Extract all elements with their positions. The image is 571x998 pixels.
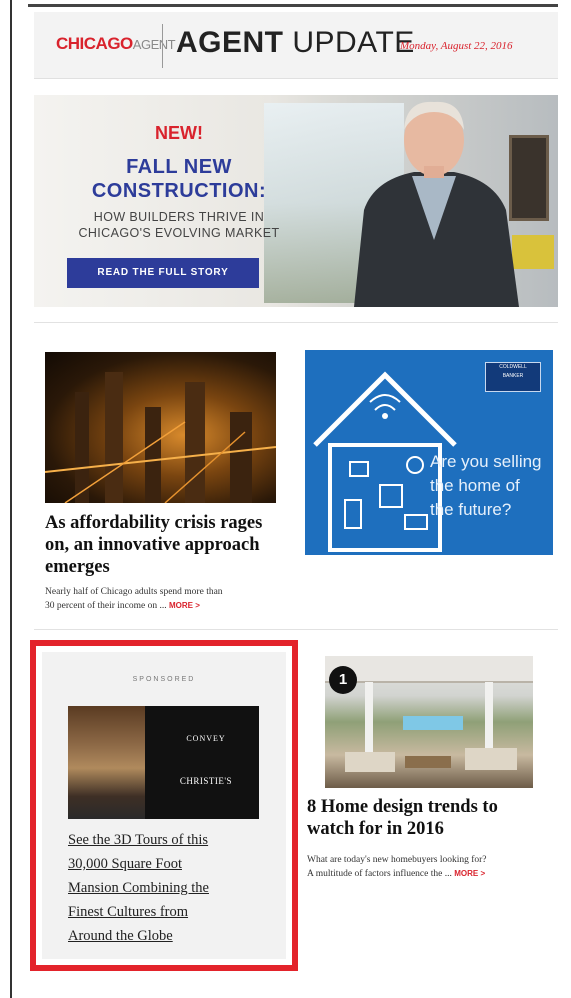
story2-headline-line2: watch for in 2016: [307, 819, 444, 839]
spon-link-line1: See the 3D Tours of this: [68, 832, 209, 848]
read-full-story-button[interactable]: READ THE FULL STORY: [67, 258, 259, 288]
section-divider: [34, 322, 558, 323]
rank-badge: 1: [329, 666, 357, 694]
hero-banner[interactable]: NEW! FALL NEW CONSTRUCTION: HOW BUILDERS…: [34, 95, 558, 307]
section-divider: [34, 629, 558, 630]
logo-sub-text: AGENT: [132, 37, 176, 52]
hero-subheadline: HOW BUILDERS THRIVE IN CHICAGO'S EVOLVIN…: [34, 209, 324, 241]
spon-link-line5: Around the Globe: [68, 928, 173, 944]
mansion-interior-photo: [68, 706, 145, 819]
header-divider: [162, 24, 163, 68]
sponsored-highlight-box: SPONSORED CONVEY CHRISTIE'S See the 3D T…: [30, 640, 298, 971]
mansion-tour-link[interactable]: See the 3D Tours of this 30,000 Square F…: [68, 828, 268, 948]
story2-more-link[interactable]: MORE >: [454, 869, 485, 878]
ad-text-line1: Are you selling: [430, 452, 542, 471]
city-lights-graphic: [45, 372, 276, 503]
title-bold: AGENT: [176, 26, 284, 59]
story1-headline-line1: As affordability crisis rages: [45, 513, 263, 533]
story2-teaser-line2: A multitude of factors influence the ...: [307, 869, 452, 879]
story1-more-link[interactable]: MORE >: [169, 601, 200, 610]
ad-text-line3: the future?: [430, 500, 512, 519]
ad-tagline: Are you selling the home of the future?: [430, 450, 550, 522]
spon-link-line3: Mansion Combining the: [68, 880, 209, 896]
spon-link-line2: 30,000 Square Foot: [68, 856, 182, 872]
story1-headline-line3: emerges: [45, 557, 110, 577]
hero-sub-line2: CHICAGO'S EVOLVING MARKET: [78, 226, 280, 240]
sponsored-card[interactable]: SPONSORED CONVEY CHRISTIE'S See the 3D T…: [42, 652, 286, 959]
sponsored-label: SPONSORED: [132, 676, 196, 683]
smart-home-ad[interactable]: COLDWELL BANKER Are you selling the home…: [305, 350, 553, 555]
story2-teaser: What are today's new homebuyers looking …: [307, 854, 557, 881]
story1-headline-line2: on, an innovative approach: [45, 535, 260, 555]
story1-teaser: Nearly half of Chicago adults spend more…: [45, 586, 295, 613]
hero-new-label: NEW!: [155, 123, 203, 143]
hero-person-photo: [354, 101, 519, 307]
christies-logo: CHRISTIE'S: [179, 776, 233, 786]
window-top-border: [28, 4, 558, 7]
story2-headline-line1: 8 Home design trends to: [307, 797, 498, 817]
spon-link-line4: Finest Cultures from: [68, 904, 189, 920]
title-light: UPDATE: [292, 26, 415, 59]
story2-headline[interactable]: 8 Home design trends to watch for in 201…: [307, 796, 557, 840]
convey-logo: CONVEY: [186, 734, 226, 743]
story1-headline[interactable]: As affordability crisis rages on, an inn…: [45, 512, 295, 578]
badge-line1: COLDWELL: [499, 364, 527, 370]
newsletter-header: CHICAGOAGENT AGENT UPDATE Monday, August…: [34, 12, 558, 79]
badge-line2: BANKER: [502, 373, 524, 379]
coldwell-banker-logo: COLDWELL BANKER: [485, 362, 541, 392]
chicago-agent-logo[interactable]: CHICAGOAGENT: [56, 34, 176, 54]
logo-main-text: CHICAGO: [56, 34, 133, 53]
story2-teaser-line1: What are today's new homebuyers looking …: [307, 855, 487, 865]
newsletter-title: AGENT UPDATE: [176, 26, 415, 60]
hero-headline-line2: CONSTRUCTION:: [91, 180, 267, 202]
story1-teaser-line1: Nearly half of Chicago adults spend more…: [45, 587, 223, 597]
hero-sub-line1: HOW BUILDERS THRIVE IN: [93, 210, 265, 224]
hero-headline: FALL NEW CONSTRUCTION:: [34, 155, 324, 203]
window-left-border: [10, 0, 12, 998]
ad-text-line2: the home of: [430, 476, 520, 495]
mansion-ad-image[interactable]: CONVEY CHRISTIE'S: [68, 706, 259, 819]
hero-headline-line1: FALL NEW: [126, 156, 232, 178]
story1-teaser-line2: 30 percent of their income on ...: [45, 601, 167, 611]
issue-date: Monday, August 22, 2016: [400, 40, 513, 52]
home-design-photo[interactable]: 1: [325, 656, 533, 788]
city-night-photo[interactable]: [45, 352, 276, 503]
